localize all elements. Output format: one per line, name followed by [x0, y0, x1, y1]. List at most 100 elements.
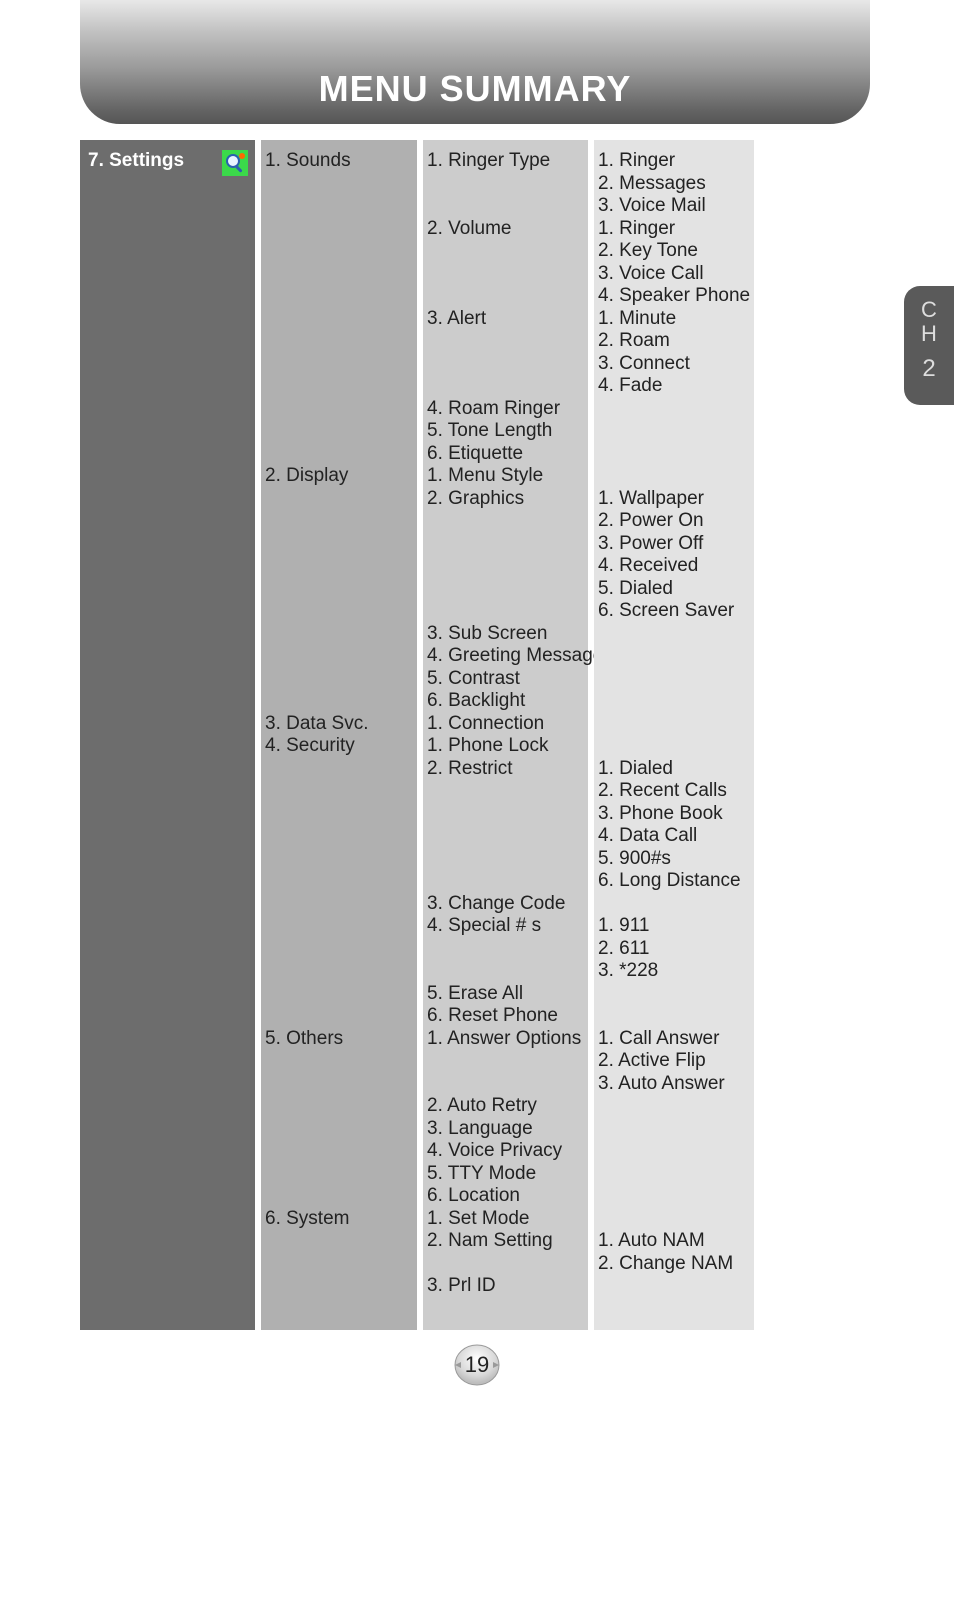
menu-item: [265, 780, 411, 803]
menu-item: [265, 533, 411, 556]
menu-item: 4. Roam Ringer: [427, 398, 584, 421]
menu-item: 5. 900#s: [598, 848, 750, 871]
menu-item: [265, 555, 411, 578]
menu-item: [427, 240, 584, 263]
menu-item: [265, 1073, 411, 1096]
menu-item: [265, 803, 411, 826]
menu-column-2: 1. Sounds 2. Display 3. Data Svc.4. Secu…: [261, 140, 417, 1330]
menu-item: [598, 645, 750, 668]
menu-column-4: 1. Ringer2. Messages3. Voice Mail1. Ring…: [594, 140, 754, 1330]
menu-item: [265, 668, 411, 691]
menu-item: [265, 578, 411, 601]
menu-item: [265, 1230, 411, 1253]
menu-item: [427, 1253, 584, 1276]
menu-item: [427, 1073, 584, 1096]
menu-item: 1. Sounds: [265, 150, 411, 173]
page-number: 19: [465, 1352, 489, 1378]
menu-item: [598, 1140, 750, 1163]
menu-item: 6. System: [265, 1208, 411, 1231]
menu-item: 3. Connect: [598, 353, 750, 376]
menu-item: 2. Change NAM: [598, 1253, 750, 1276]
menu-item: [427, 825, 584, 848]
menu-item: 3. Phone Book: [598, 803, 750, 826]
menu-item: [427, 195, 584, 218]
menu-item: 2. Auto Retry: [427, 1095, 584, 1118]
menu-item: [265, 1140, 411, 1163]
menu-item: 3. Data Svc.: [265, 713, 411, 736]
menu-item: 2. Messages: [598, 173, 750, 196]
menu-item: 5. Dialed: [598, 578, 750, 601]
menu-item: [265, 285, 411, 308]
menu-item: [265, 600, 411, 623]
menu-table: 7. Settings 1. Sounds 2. Display 3. Data…: [80, 140, 754, 1330]
menu-item: [265, 263, 411, 286]
menu-item: 4. Fade: [598, 375, 750, 398]
menu-item: [265, 848, 411, 871]
menu-item: [265, 353, 411, 376]
menu-item: 2. Restrict: [427, 758, 584, 781]
menu-item: 2. 611: [598, 938, 750, 961]
menu-item: [598, 1185, 750, 1208]
menu-item: 1. Phone Lock: [427, 735, 584, 758]
menu-item: [265, 893, 411, 916]
menu-item: 5. Contrast: [427, 668, 584, 691]
menu-item: [427, 555, 584, 578]
menu-item: 3. Change Code: [427, 893, 584, 916]
menu-column-3: 1. Ringer Type 2. Volume 3. Alert 4. Roa…: [423, 140, 588, 1330]
chapter-number: 2: [904, 356, 954, 382]
menu-item: 3. Alert: [427, 308, 584, 331]
menu-item: 3. Voice Mail: [598, 195, 750, 218]
menu-item: 3. Voice Call: [598, 263, 750, 286]
menu-item: 2. Recent Calls: [598, 780, 750, 803]
menu-item: 3. Sub Screen: [427, 623, 584, 646]
menu-item: [265, 330, 411, 353]
menu-item: [598, 623, 750, 646]
menu-item: 2. Nam Setting: [427, 1230, 584, 1253]
menu-item: [427, 578, 584, 601]
settings-heading: 7. Settings: [88, 150, 184, 171]
menu-item: 6. Reset Phone: [427, 1005, 584, 1028]
menu-item: 1. Minute: [598, 308, 750, 331]
menu-item: [427, 263, 584, 286]
menu-item: [598, 443, 750, 466]
menu-item: [265, 915, 411, 938]
menu-item: 3. Auto Answer: [598, 1073, 750, 1096]
menu-item: 4. Voice Privacy: [427, 1140, 584, 1163]
menu-item: [265, 960, 411, 983]
menu-item: 6. Long Distance: [598, 870, 750, 893]
menu-item: 4. Data Call: [598, 825, 750, 848]
menu-column-1: 7. Settings: [80, 140, 255, 1330]
menu-item: 6. Etiquette: [427, 443, 584, 466]
menu-item: 3. *228: [598, 960, 750, 983]
menu-item: 1. Wallpaper: [598, 488, 750, 511]
menu-item: 4. Speaker Phone: [598, 285, 750, 308]
menu-item: [265, 398, 411, 421]
menu-item: [598, 713, 750, 736]
menu-item: [598, 465, 750, 488]
menu-item: [427, 600, 584, 623]
menu-item: 6. Backlight: [427, 690, 584, 713]
menu-item: [265, 443, 411, 466]
menu-item: 2. Volume: [427, 218, 584, 241]
settings-icon: [222, 150, 248, 176]
menu-item: 4. Security: [265, 735, 411, 758]
menu-item: [427, 1050, 584, 1073]
menu-item: 4. Greeting Message: [427, 645, 584, 668]
menu-item: [598, 1118, 750, 1141]
menu-item: [598, 398, 750, 421]
menu-item: [265, 195, 411, 218]
menu-item: [427, 803, 584, 826]
menu-item: 2. Active Flip: [598, 1050, 750, 1073]
menu-item: [427, 960, 584, 983]
menu-item: [265, 983, 411, 1006]
menu-item: [598, 983, 750, 1006]
menu-item: [427, 510, 584, 533]
menu-item: 4. Special # s: [427, 915, 584, 938]
menu-item: [427, 375, 584, 398]
menu-item: [265, 1118, 411, 1141]
menu-item: 3. Prl ID: [427, 1275, 584, 1298]
menu-item: [598, 1005, 750, 1028]
menu-item: 1. Menu Style: [427, 465, 584, 488]
menu-item: 5. Erase All: [427, 983, 584, 1006]
menu-item: 1. 911: [598, 915, 750, 938]
